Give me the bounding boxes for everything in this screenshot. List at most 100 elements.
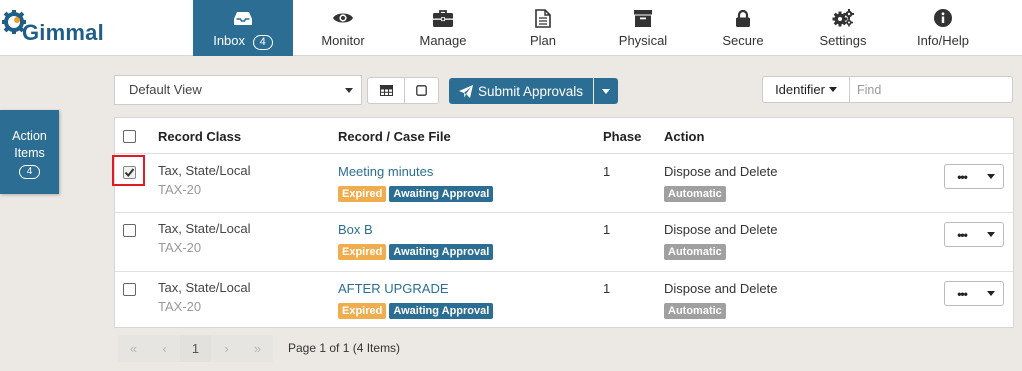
record-class-code: TAX-20 — [158, 240, 202, 255]
submit-approvals-label: Submit Approvals — [477, 83, 584, 99]
action-mode: Automatic — [664, 302, 726, 319]
awaiting-approval-badge: Awaiting Approval — [389, 244, 494, 260]
caret-down-icon — [987, 291, 995, 296]
action-items-table: Record Class Record / Case File Phase Ac… — [114, 117, 1014, 328]
expired-badge: Expired — [338, 186, 387, 202]
document-icon — [535, 8, 551, 28]
table-row: Tax, State/Local TAX-20 Box B Expired Awa… — [115, 213, 1013, 272]
action-value: Dispose and Delete — [664, 281, 778, 296]
nav-monitor[interactable]: Monitor — [293, 0, 393, 56]
nav-monitor-label: Monitor — [321, 33, 365, 48]
nav-info-help[interactable]: Info/Help — [893, 0, 993, 56]
action-items-label-line1: Action — [12, 129, 47, 143]
row-more-dropdown-button[interactable] — [979, 281, 1004, 306]
row-more-button[interactable]: ••• — [944, 281, 980, 306]
pagination: « ‹ 1 › » — [118, 335, 273, 362]
awaiting-approval-badge: Awaiting Approval — [389, 303, 494, 319]
automatic-badge: Automatic — [664, 244, 726, 260]
table-row: Tax, State/Local TAX-20 Meeting minutes … — [115, 154, 1013, 213]
identifier-dropdown-button[interactable]: Identifier — [762, 76, 850, 103]
action-value: Dispose and Delete — [664, 164, 778, 179]
record-class: Tax, State/Local — [158, 280, 251, 295]
caret-down-icon — [602, 88, 610, 94]
header-record-case-file[interactable]: Record / Case File — [338, 129, 451, 144]
gimmal-logo[interactable]: Gimmal — [0, 8, 190, 48]
card-view-button[interactable] — [404, 77, 439, 104]
nav-plan-label: Plan — [529, 33, 557, 48]
inbox-icon — [234, 9, 252, 27]
nav-physical[interactable]: Physical — [593, 0, 693, 56]
nav-info-help-label: Info/Help — [916, 33, 970, 48]
row-more-dropdown-button[interactable] — [979, 164, 1004, 189]
view-select-dropdown[interactable]: Default View — [114, 75, 362, 105]
record-link[interactable]: AFTER UPGRADE — [338, 281, 449, 296]
row-more-button[interactable]: ••• — [944, 164, 980, 189]
nav-settings[interactable]: Settings — [793, 0, 893, 56]
info-icon — [934, 9, 952, 27]
caret-down-icon — [987, 174, 995, 179]
table-grid-icon — [379, 85, 393, 96]
row-checkbox[interactable] — [123, 283, 136, 296]
action-value: Dispose and Delete — [664, 222, 778, 237]
phase-value: 1 — [603, 281, 611, 296]
nav-settings-label: Settings — [819, 33, 867, 48]
checkbox-highlight-annotation — [112, 155, 145, 186]
nav-physical-label: Physical — [618, 33, 668, 48]
record-class-code: TAX-20 — [158, 299, 202, 314]
action-items-tab[interactable]: Action Items 4 — [0, 110, 59, 194]
dropdown-caret-icon — [345, 88, 353, 93]
expired-badge: Expired — [338, 244, 387, 260]
status-badges: Expired Awaiting Approval — [338, 243, 494, 260]
action-items-label-line2: Items — [14, 146, 45, 160]
gears-icon — [832, 9, 854, 27]
header-action[interactable]: Action — [664, 129, 704, 144]
nav-plan[interactable]: Plan — [493, 0, 593, 56]
grid-view-button[interactable] — [367, 77, 405, 104]
nav-inbox[interactable]: Inbox 4 — [193, 0, 293, 56]
nav-manage-label: Manage — [419, 33, 467, 48]
row-more-dropdown-button[interactable] — [979, 222, 1004, 247]
record-link[interactable]: Box B — [338, 222, 373, 237]
nav-manage[interactable]: Manage — [393, 0, 493, 56]
first-page-button[interactable]: « — [118, 335, 149, 362]
header-record-class[interactable]: Record Class — [158, 129, 241, 144]
pagination-info: Page 1 of 1 (4 Items) — [288, 341, 401, 355]
identifier-label: Identifier — [775, 82, 825, 97]
phase-value: 1 — [603, 222, 611, 237]
briefcase-icon — [433, 9, 453, 27]
record-class-code: TAX-20 — [158, 182, 202, 197]
table-header-row: Record Class Record / Case File Phase Ac… — [115, 118, 1013, 154]
caret-down-icon — [828, 87, 837, 92]
action-mode: Automatic — [664, 185, 726, 202]
status-badges: Expired Awaiting Approval — [338, 185, 494, 202]
submit-approvals-dropdown-button[interactable] — [594, 78, 618, 104]
table-row: Tax, State/Local TAX-20 AFTER UPGRADE Ex… — [115, 272, 1013, 331]
expired-badge: Expired — [338, 303, 387, 319]
nav-inbox-label: Inbox — [213, 33, 246, 48]
eye-icon — [333, 9, 353, 27]
top-nav-bar: Gimmal Inbox 4 Monitor Manage Plan Physi… — [0, 0, 1022, 56]
automatic-badge: Automatic — [664, 186, 726, 202]
awaiting-approval-badge: Awaiting Approval — [389, 186, 494, 202]
submit-approvals-button[interactable]: Submit Approvals — [449, 78, 593, 104]
nav-secure-label: Secure — [722, 33, 764, 48]
record-class: Tax, State/Local — [158, 163, 251, 178]
record-link[interactable]: Meeting minutes — [338, 164, 433, 179]
next-page-button[interactable]: › — [211, 335, 242, 362]
action-items-count-badge: 4 — [18, 165, 41, 179]
find-input[interactable] — [849, 76, 1013, 103]
archive-box-icon — [634, 9, 652, 27]
select-all-checkbox[interactable] — [123, 130, 136, 143]
last-page-button[interactable]: » — [242, 335, 273, 362]
page-number-button[interactable]: 1 — [180, 335, 211, 362]
header-phase[interactable]: Phase — [603, 129, 641, 144]
nav-secure[interactable]: Secure — [693, 0, 793, 56]
view-select-value: Default View — [129, 82, 202, 97]
paper-plane-icon — [458, 84, 473, 98]
prev-page-button[interactable]: ‹ — [149, 335, 180, 362]
row-checkbox[interactable] — [123, 224, 136, 237]
inbox-count-badge: 4 — [252, 35, 273, 50]
row-more-button[interactable]: ••• — [944, 222, 980, 247]
lock-icon — [736, 9, 750, 27]
caret-down-icon — [987, 232, 995, 237]
